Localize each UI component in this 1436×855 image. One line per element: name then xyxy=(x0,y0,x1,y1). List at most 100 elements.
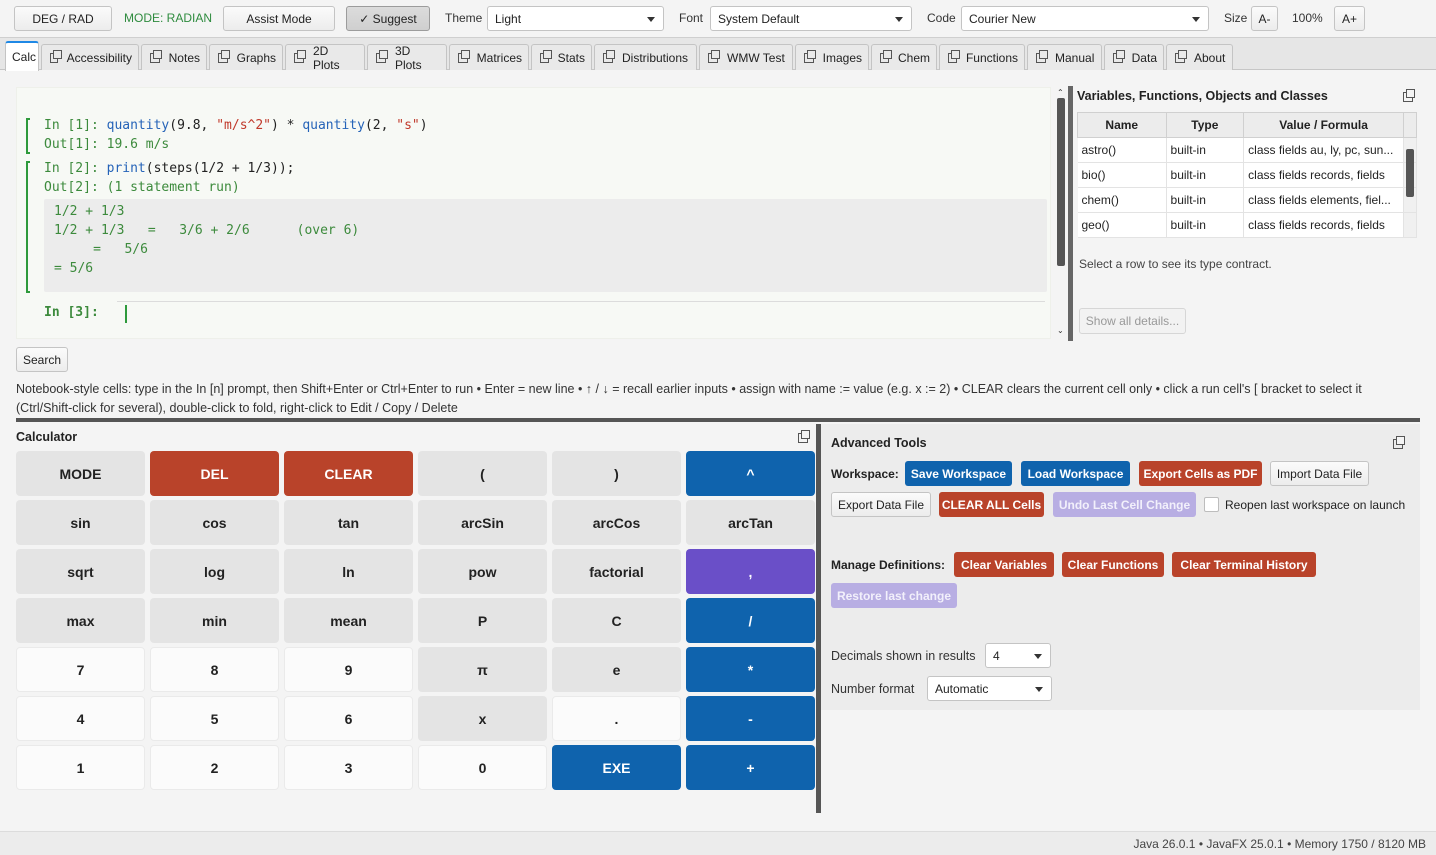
theme-select[interactable]: Light xyxy=(487,6,664,31)
key-mean[interactable]: mean xyxy=(284,598,413,643)
key-arctan[interactable]: arcTan xyxy=(686,500,815,545)
column-header-type[interactable]: Type xyxy=(1165,112,1245,138)
key-arccos[interactable]: arcCos xyxy=(552,500,681,545)
key-3[interactable]: 3 xyxy=(284,745,413,790)
tab-graphs[interactable]: Graphs xyxy=(209,44,283,70)
column-header-name[interactable]: Name xyxy=(1077,112,1167,138)
key-comma[interactable]: , xyxy=(686,549,815,594)
export-data-button[interactable]: Export Data File xyxy=(831,492,931,517)
scroll-up-icon[interactable]: ⌃ xyxy=(1057,88,1064,97)
key-tan[interactable]: tan xyxy=(284,500,413,545)
tab-chem[interactable]: Chem xyxy=(871,44,937,70)
show-all-details-button[interactable]: Show all details... xyxy=(1079,308,1186,334)
code-font-select[interactable]: Courier New xyxy=(961,6,1209,31)
assist-mode-button[interactable]: Assist Mode xyxy=(223,6,335,31)
notebook-scrollbar[interactable]: ⌃ ⌄ xyxy=(1056,88,1066,340)
save-workspace-button[interactable]: Save Workspace xyxy=(905,461,1012,486)
tab-functions[interactable]: Functions xyxy=(939,44,1025,70)
popout-icon[interactable] xyxy=(1403,89,1415,102)
decimals-select[interactable]: 4 xyxy=(985,643,1051,668)
key-1[interactable]: 1 xyxy=(16,745,145,790)
key-sqrt[interactable]: sqrt xyxy=(16,549,145,594)
key-arcsin[interactable]: arcSin xyxy=(418,500,547,545)
table-scrollbar-thumb[interactable] xyxy=(1406,149,1414,197)
clear-all-cells-button[interactable]: CLEAR ALL Cells xyxy=(939,492,1044,517)
key-exe[interactable]: EXE xyxy=(552,745,681,790)
font-select[interactable]: System Default xyxy=(710,6,912,31)
key-6[interactable]: 6 xyxy=(284,696,413,741)
table-row[interactable]: geo() built-in class fields records, field… xyxy=(1077,212,1417,238)
key-e[interactable]: e xyxy=(552,647,681,692)
popout-icon[interactable] xyxy=(798,430,810,443)
load-workspace-button[interactable]: Load Workspace xyxy=(1021,461,1130,486)
search-button[interactable]: Search xyxy=(16,347,68,372)
key-log[interactable]: log xyxy=(150,549,279,594)
key-plus[interactable]: + xyxy=(686,745,815,790)
suggest-toggle[interactable]: ✓ Suggest xyxy=(346,6,430,31)
tab-matrices[interactable]: Matrices xyxy=(449,44,529,70)
key-permutation[interactable]: P xyxy=(418,598,547,643)
cell-bracket-2[interactable] xyxy=(26,161,30,293)
key-combination[interactable]: C xyxy=(552,598,681,643)
tab-about[interactable]: About xyxy=(1166,44,1233,70)
key-minus[interactable]: - xyxy=(686,696,815,741)
key-0[interactable]: 0 xyxy=(418,745,547,790)
cell-2-input[interactable]: In [2]: print(steps(1/2 + 1/3)); xyxy=(44,161,294,176)
export-pdf-button[interactable]: Export Cells as PDF xyxy=(1139,461,1262,486)
key-mode[interactable]: MODE xyxy=(16,451,145,496)
key-pi[interactable]: π xyxy=(418,647,547,692)
tab-accessibility[interactable]: Accessibility xyxy=(41,44,139,70)
deg-rad-button[interactable]: DEG / RAD xyxy=(14,6,112,31)
key-multiply[interactable]: * xyxy=(686,647,815,692)
clear-variables-button[interactable]: Clear Variables xyxy=(954,552,1054,577)
tab-images[interactable]: Images xyxy=(795,44,869,70)
key-cos[interactable]: cos xyxy=(150,500,279,545)
key-pow[interactable]: pow xyxy=(418,549,547,594)
tab-calc[interactable]: Calc xyxy=(5,41,39,71)
key-2[interactable]: 2 xyxy=(150,745,279,790)
key-sin[interactable]: sin xyxy=(16,500,145,545)
split-divider[interactable] xyxy=(16,418,1420,422)
notebook-area[interactable]: In [1]: quantity(9.8, "m/s^2") * quantit… xyxy=(16,87,1051,339)
tab-stats[interactable]: Stats xyxy=(531,44,592,70)
key-min[interactable]: min xyxy=(150,598,279,643)
key-8[interactable]: 8 xyxy=(150,647,279,692)
table-row[interactable]: bio() built-in class fields records, field… xyxy=(1077,162,1417,188)
scroll-down-icon[interactable]: ⌄ xyxy=(1057,326,1064,335)
key-open-paren[interactable]: ( xyxy=(418,451,547,496)
scrollbar-thumb[interactable] xyxy=(1057,98,1065,266)
key-del[interactable]: DEL xyxy=(150,451,279,496)
tab-3d-plots[interactable]: 3D Plots xyxy=(367,44,447,72)
text-cursor[interactable] xyxy=(125,305,127,323)
cell-1-input[interactable]: In [1]: quantity(9.8, "m/s^2") * quantit… xyxy=(44,118,428,133)
reopen-checkbox[interactable] xyxy=(1204,497,1219,512)
table-row[interactable]: astro() built-in class fields au, ly, pc, … xyxy=(1077,137,1417,163)
size-decrease-button[interactable]: A- xyxy=(1251,6,1278,31)
key-ln[interactable]: ln xyxy=(284,549,413,594)
key-9[interactable]: 9 xyxy=(284,647,413,692)
key-x[interactable]: x xyxy=(418,696,547,741)
key-factorial[interactable]: factorial xyxy=(552,549,681,594)
tab-notes[interactable]: Notes xyxy=(141,44,207,70)
import-data-button[interactable]: Import Data File xyxy=(1270,461,1369,486)
popout-icon[interactable] xyxy=(1393,436,1405,449)
table-row[interactable]: chem() built-in class fields elements, fie… xyxy=(1077,187,1417,213)
clear-functions-button[interactable]: Clear Functions xyxy=(1062,552,1164,577)
restore-last-change-button[interactable]: Restore last change xyxy=(831,583,957,608)
key-7[interactable]: 7 xyxy=(16,647,145,692)
key-decimal-point[interactable]: . xyxy=(552,696,681,741)
tab-distributions[interactable]: Distributions xyxy=(594,44,697,70)
key-close-paren[interactable]: ) xyxy=(552,451,681,496)
number-format-select[interactable]: Automatic xyxy=(927,676,1052,701)
tab-data[interactable]: Data xyxy=(1104,44,1164,70)
size-increase-button[interactable]: A+ xyxy=(1334,6,1365,31)
tab-manual[interactable]: Manual xyxy=(1027,44,1102,70)
tab-2d-plots[interactable]: 2D Plots xyxy=(285,44,365,72)
key-clear[interactable]: CLEAR xyxy=(284,451,413,496)
clear-terminal-history-button[interactable]: Clear Terminal History xyxy=(1172,552,1316,577)
key-5[interactable]: 5 xyxy=(150,696,279,741)
key-max[interactable]: max xyxy=(16,598,145,643)
key-divide[interactable]: / xyxy=(686,598,815,643)
key-4[interactable]: 4 xyxy=(16,696,145,741)
panel-divider[interactable] xyxy=(1068,86,1073,341)
